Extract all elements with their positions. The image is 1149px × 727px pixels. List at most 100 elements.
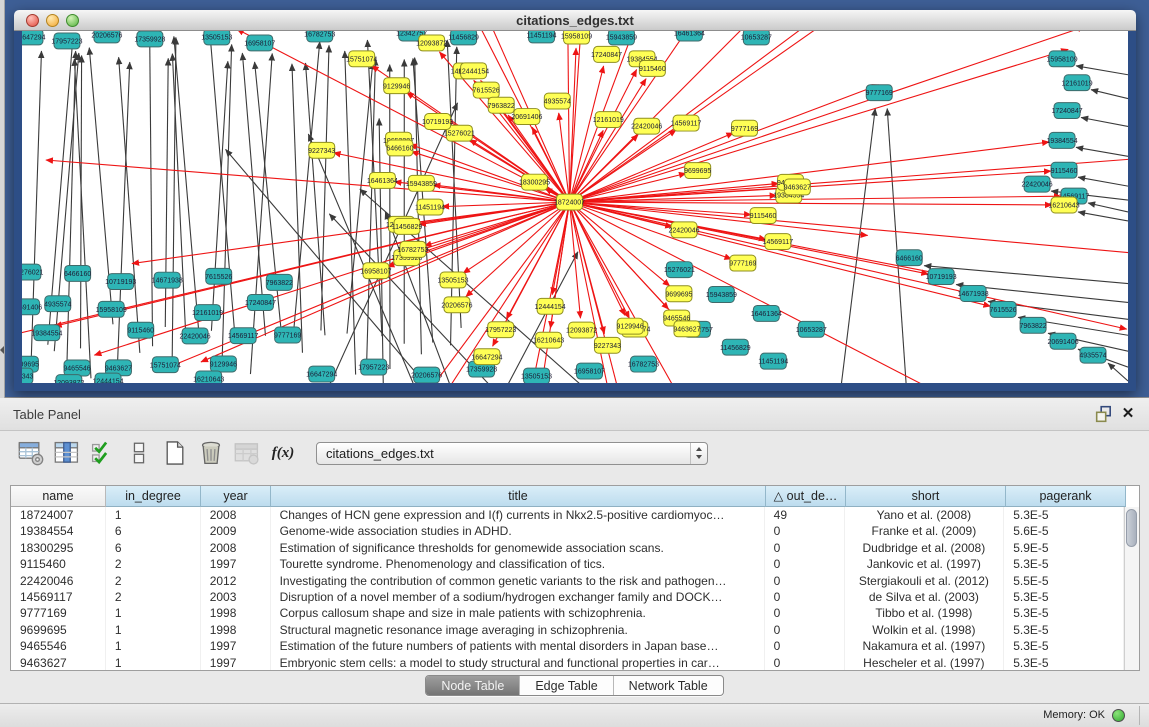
graph-node[interactable]: 6466160 [64, 265, 91, 281]
graph-node[interactable]: 20206576 [411, 367, 442, 383]
graph-node[interactable]: 7963822 [266, 274, 293, 290]
graph-node[interactable]: 20206576 [91, 31, 122, 43]
network-graph-svg[interactable]: 16647294 17957223 20206576 17359928 13505153… [22, 31, 1128, 383]
table-row[interactable]: 1938455462009Genome-wide association stu… [11, 523, 1124, 539]
graph-node[interactable]: 15958109 [96, 301, 127, 317]
tab-network-table[interactable]: Network Table [613, 676, 723, 695]
graph-node[interactable]: 13505153 [521, 368, 552, 383]
panel-collapse-handle[interactable] [0, 0, 5, 398]
graph-node[interactable]: 11456829 [392, 218, 423, 234]
graph-node[interactable]: 14569117 [763, 234, 794, 250]
graph-node[interactable]: 9115460 [639, 61, 666, 77]
graph-node[interactable]: 15751074 [346, 51, 377, 67]
graph-node[interactable]: 12444154 [535, 298, 566, 314]
graph-node[interactable]: 7963822 [1019, 317, 1046, 333]
table-mode-icon[interactable] [16, 438, 46, 468]
graph-node[interactable]: 11456829 [448, 31, 479, 45]
select-all-icon[interactable] [88, 438, 118, 468]
graph-node[interactable]: 16210643 [533, 332, 564, 348]
column-header-name[interactable]: name [11, 486, 106, 507]
graph-node[interactable]: 9465546 [63, 360, 90, 376]
function-icon[interactable]: f(x) [268, 438, 298, 468]
table-row[interactable]: 1830029562008Estimation of significance … [11, 540, 1124, 556]
graph-node[interactable]: 9699695 [684, 163, 711, 179]
graph-node[interactable]: 15276021 [664, 262, 695, 278]
graph-node[interactable]: 9463627 [673, 321, 700, 337]
graph-node[interactable]: 11451194 [758, 353, 788, 369]
graph-node[interactable]: 11451194 [415, 199, 445, 215]
graph-node[interactable]: 4935574 [44, 296, 71, 312]
column-header-short[interactable]: short [846, 486, 1006, 507]
graph-node[interactable]: 17240847 [1052, 103, 1083, 119]
graph-node[interactable]: 17957223 [51, 33, 82, 49]
graph-node[interactable]: 22420046 [631, 118, 662, 134]
graph-node[interactable]: 22420046 [668, 222, 699, 238]
graph-node[interactable]: 17240847 [245, 295, 276, 311]
float-panel-icon[interactable] [1095, 405, 1113, 423]
graph-node[interactable]: 15958109 [561, 31, 592, 44]
graph-node[interactable]: 22420046 [180, 328, 211, 344]
graph-node[interactable]: 16647294 [22, 31, 46, 45]
close-panel-icon[interactable]: ✕ [1119, 405, 1137, 423]
graph-node[interactable]: 9129946 [210, 356, 237, 372]
tab-edge-table[interactable]: Edge Table [519, 676, 612, 695]
graph-node[interactable]: 12093872 [416, 35, 447, 51]
graph-node[interactable]: 16958107 [244, 35, 275, 51]
window-titlebar[interactable]: citations_edges.txt [14, 10, 1136, 31]
table-row[interactable]: 1872400712008Changes of HCN gene express… [11, 507, 1124, 523]
graph-node[interactable]: 17359928 [134, 31, 165, 47]
graph-node[interactable]: 9129946 [383, 78, 410, 94]
graph-node[interactable]: 16958107 [574, 363, 605, 379]
graph-node[interactable]: 7615526 [990, 301, 1017, 317]
table-row[interactable]: 2242004622012Investigating the contribut… [11, 573, 1124, 589]
graph-node[interactable]: 16461364 [367, 172, 398, 188]
graph-node[interactable]: 12444154 [458, 63, 489, 79]
graph-node[interactable]: 22420046 [1022, 176, 1053, 192]
graph-node[interactable]: 12093872 [53, 375, 84, 383]
graph-node[interactable]: 9699695 [665, 286, 692, 302]
table-row[interactable]: 946362711997Embryonic stem cells: a mode… [11, 655, 1124, 670]
graph-node[interactable]: 16461364 [751, 305, 782, 321]
graph-node[interactable]: 17957223 [485, 322, 516, 338]
column-header-pagerank[interactable]: pagerank [1006, 486, 1126, 507]
graph-node[interactable]: 19384554 [1047, 132, 1078, 148]
column-header-title[interactable]: title [271, 486, 766, 507]
table-row[interactable]: 911546021997Tourette syndrome. Phenomeno… [11, 556, 1124, 572]
column-header-year[interactable]: year [201, 486, 271, 507]
graph-node[interactable]: 12093872 [566, 322, 597, 338]
graph-node[interactable]: 12161019 [1062, 75, 1093, 91]
graph-node[interactable]: 15276021 [22, 264, 43, 280]
graph-node[interactable]: 4935574 [544, 93, 571, 109]
graph-node[interactable]: 7615526 [205, 268, 232, 284]
graph-node[interactable]: 15943859 [606, 31, 637, 45]
delete-table-icon[interactable] [232, 438, 262, 468]
graph-node[interactable]: 15958109 [1047, 51, 1078, 67]
graph-node[interactable]: 10653287 [741, 31, 772, 45]
network-canvas[interactable]: 16647294 17957223 20206576 17359928 13505153… [22, 31, 1128, 383]
graph-node[interactable]: 16210643 [1049, 197, 1080, 213]
table-row[interactable]: 969969511998Structural magnetic resonanc… [11, 622, 1124, 638]
graph-node[interactable]: 12444154 [93, 373, 124, 383]
graph-node[interactable]: 10653287 [796, 321, 827, 337]
graph-node[interactable]: 7615526 [473, 82, 500, 98]
graph-node[interactable]: 20691406 [511, 109, 542, 125]
graph-node[interactable]: 6466160 [386, 140, 413, 156]
show-columns-icon[interactable] [52, 438, 82, 468]
graph-node[interactable]: 9227343 [308, 142, 335, 158]
graph-node[interactable]: 12161019 [593, 112, 624, 128]
graph-node[interactable]: 20691406 [22, 299, 42, 315]
graph-node[interactable]: 7963822 [488, 97, 515, 113]
graph-node[interactable]: 11456829 [720, 339, 751, 355]
scrollbar-thumb[interactable] [1126, 509, 1137, 547]
graph-node[interactable]: 9777169 [274, 327, 301, 343]
graph-node[interactable]: 9227343 [594, 337, 621, 353]
table-selector[interactable]: citations_edges.txt [316, 442, 708, 465]
graph-node[interactable]: 20206576 [441, 297, 472, 313]
graph-node[interactable]: 20691406 [1048, 333, 1079, 349]
graph-node[interactable]: 18300295 [519, 174, 550, 190]
graph-node[interactable]: 16461364 [674, 31, 705, 41]
graph-node[interactable]: 16782753 [628, 356, 659, 372]
graph-node[interactable]: 6466160 [896, 250, 923, 266]
table-row[interactable]: 977716911998Corpus callosum shape and si… [11, 605, 1124, 621]
graph-node[interactable]: 14569117 [671, 115, 702, 131]
